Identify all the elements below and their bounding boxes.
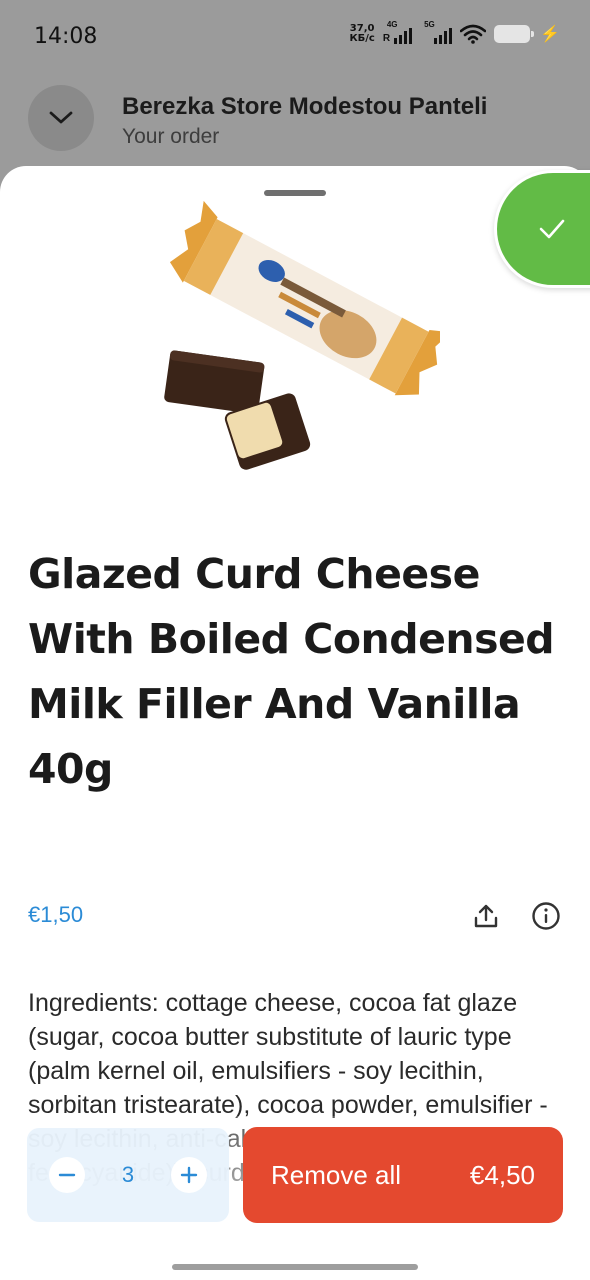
remove-all-button[interactable]: Remove all €4,50 (243, 1127, 563, 1223)
plus-icon (180, 1166, 198, 1184)
product-title: Glazed Curd Cheese With Boiled Condensed… (28, 550, 555, 793)
product-sheet: Glazed Curd Cheese With Boiled Condensed… (0, 166, 590, 1280)
product-image (164, 200, 440, 470)
signal-icon: 4G R (382, 20, 413, 44)
product-price: €1,50 (28, 902, 84, 927)
roaming-indicator: R (382, 33, 391, 44)
battery-icon (494, 25, 535, 43)
quantity-stepper: 3 (27, 1128, 229, 1222)
checkmark-icon (539, 219, 565, 239)
order-subtitle: Your order (122, 125, 220, 148)
home-indicator[interactable] (172, 1264, 418, 1270)
signal-icon: 5G (420, 20, 453, 44)
order-header: Berezka Store Modestou Panteli Your orde… (0, 80, 590, 166)
decrease-quantity-button[interactable] (49, 1157, 85, 1193)
signal-type-label: 5G (424, 20, 435, 29)
cart-total: €4,50 (469, 1159, 535, 1190)
store-name: Berezka Store Modestou Panteli (122, 93, 488, 120)
info-icon (532, 902, 560, 930)
increase-quantity-button[interactable] (171, 1157, 207, 1193)
quantity-value: 3 (121, 1162, 135, 1187)
network-speed: 37,0 КБ/с (349, 24, 374, 44)
info-button[interactable] (530, 900, 562, 932)
signal-type-label: 4G (386, 20, 398, 29)
network-speed-unit: КБ/с (349, 33, 375, 44)
share-button[interactable] (470, 900, 502, 932)
remove-all-label: Remove all (271, 1159, 402, 1190)
wifi-icon (460, 24, 487, 44)
status-icons: 37,0 КБ/с 4G R 5G ⚡ (349, 20, 560, 44)
chevron-down-icon (49, 111, 73, 124)
share-icon (474, 904, 498, 928)
status-bar: 14:08 37,0 КБ/с 4G R 5G ⚡ (0, 0, 590, 80)
collapse-button[interactable] (28, 85, 94, 151)
minus-icon (58, 1173, 76, 1177)
status-time: 14:08 (34, 24, 98, 49)
charging-icon: ⚡ (540, 26, 560, 43)
